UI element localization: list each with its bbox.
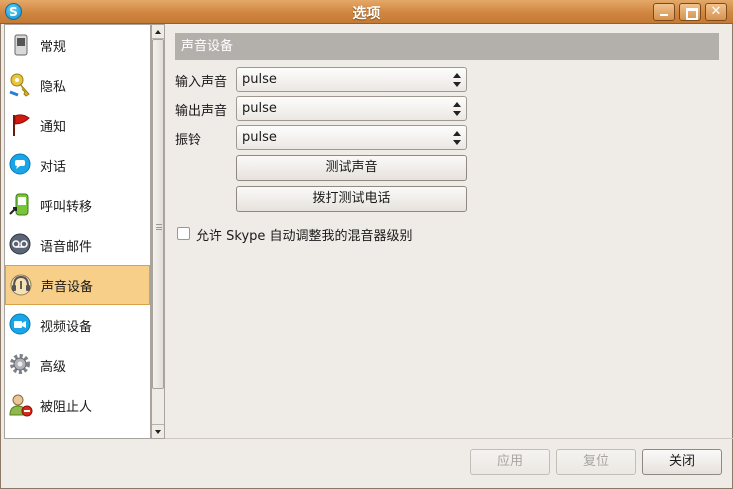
scroll-up-arrow-icon[interactable] (152, 25, 164, 39)
scrollbar-thumb[interactable] (152, 39, 164, 389)
select-arrows-icon (453, 73, 461, 87)
general-switch-icon (8, 32, 34, 58)
sidebar-item-notifications[interactable]: 通知 (5, 105, 150, 145)
options-sidebar[interactable]: 常规 隐私 通知 对话 呼叫转移 语音邮件 声音设备 视频设备 高级 被阻止人 (4, 24, 151, 439)
ring-value: pulse (242, 130, 277, 145)
sidebar-item-partial[interactable] (5, 425, 150, 438)
apply-button[interactable]: 应用 (470, 449, 550, 475)
reset-button[interactable]: 复位 (556, 449, 636, 475)
window-title: 选项 (352, 6, 381, 22)
notification-flag-icon (8, 112, 34, 138)
footer-divider (165, 438, 733, 439)
scrollbar-grip-icon (156, 224, 162, 230)
minimize-icon (654, 4, 674, 20)
close-icon: ✕ (710, 4, 722, 19)
sidebar-item-label: 呼叫转移 (40, 199, 93, 215)
sidebar-item-label: 对话 (40, 159, 67, 175)
test-call-button[interactable]: 拨打测试电话 (236, 186, 467, 212)
sidebar-item-label: 语音邮件 (40, 239, 93, 255)
sidebar-item-label: 高级 (40, 359, 67, 375)
output-sound-value: pulse (242, 101, 277, 116)
sidebar-item-label: 声音设备 (41, 279, 94, 295)
sidebar-item-label: 被阻止人 (40, 399, 93, 415)
blocked-user-icon (8, 392, 34, 418)
ring-label: 振铃 (175, 133, 202, 148)
ring-select[interactable]: pulse (236, 125, 467, 150)
input-sound-select[interactable]: pulse (236, 67, 467, 92)
input-sound-label: 输入声音 (175, 75, 228, 90)
sidebar-item-label: 隐私 (40, 79, 67, 95)
maximize-button[interactable] (679, 3, 701, 21)
select-arrows-icon (453, 131, 461, 145)
sidebar-item-sound-devices[interactable]: 声音设备 (5, 265, 150, 305)
output-sound-select[interactable]: pulse (236, 96, 467, 121)
sidebar-item-label: 视频设备 (40, 319, 93, 335)
section-title: 声音设备 (175, 33, 719, 60)
video-camera-icon (8, 312, 34, 338)
privacy-key-icon (8, 72, 34, 98)
gear-icon (8, 352, 34, 378)
call-forward-phone-icon (8, 192, 34, 218)
output-sound-label: 输出声音 (175, 104, 228, 119)
close-window-button[interactable]: ✕ (705, 3, 727, 21)
sidebar-item-call-forwarding[interactable]: 呼叫转移 (5, 185, 150, 225)
close-button[interactable]: 关闭 (642, 449, 722, 475)
sidebar-item-label: 常规 (40, 39, 67, 55)
voicemail-icon (8, 232, 34, 258)
sound-device-headset-icon (9, 272, 35, 298)
auto-adjust-label: 允许 Skype 自动调整我的混音器级别 (196, 229, 413, 244)
sidebar-item-chat[interactable]: 对话 (5, 145, 150, 185)
auto-adjust-checkbox[interactable] (177, 227, 190, 240)
sidebar-item-voicemail[interactable]: 语音邮件 (5, 225, 150, 265)
select-arrows-icon (453, 102, 461, 116)
test-sound-button[interactable]: 测试声音 (236, 155, 467, 181)
sidebar-item-video-devices[interactable]: 视频设备 (5, 305, 150, 345)
maximize-icon (680, 4, 700, 20)
sidebar-item-label: 通知 (40, 119, 67, 135)
sidebar-item-advanced[interactable]: 高级 (5, 345, 150, 385)
chat-bubble-icon (8, 152, 34, 178)
sidebar-item-general[interactable]: 常规 (5, 25, 150, 65)
sidebar-scrollbar[interactable] (151, 24, 165, 439)
scroll-down-arrow-icon[interactable] (152, 424, 164, 438)
sidebar-item-blocked-users[interactable]: 被阻止人 (5, 385, 150, 425)
minimize-button[interactable] (653, 3, 675, 21)
title-bar[interactable]: S 选项 ✕ (0, 0, 733, 24)
sidebar-item-privacy[interactable]: 隐私 (5, 65, 150, 105)
partial-item-icon (8, 432, 34, 438)
input-sound-value: pulse (242, 72, 277, 87)
